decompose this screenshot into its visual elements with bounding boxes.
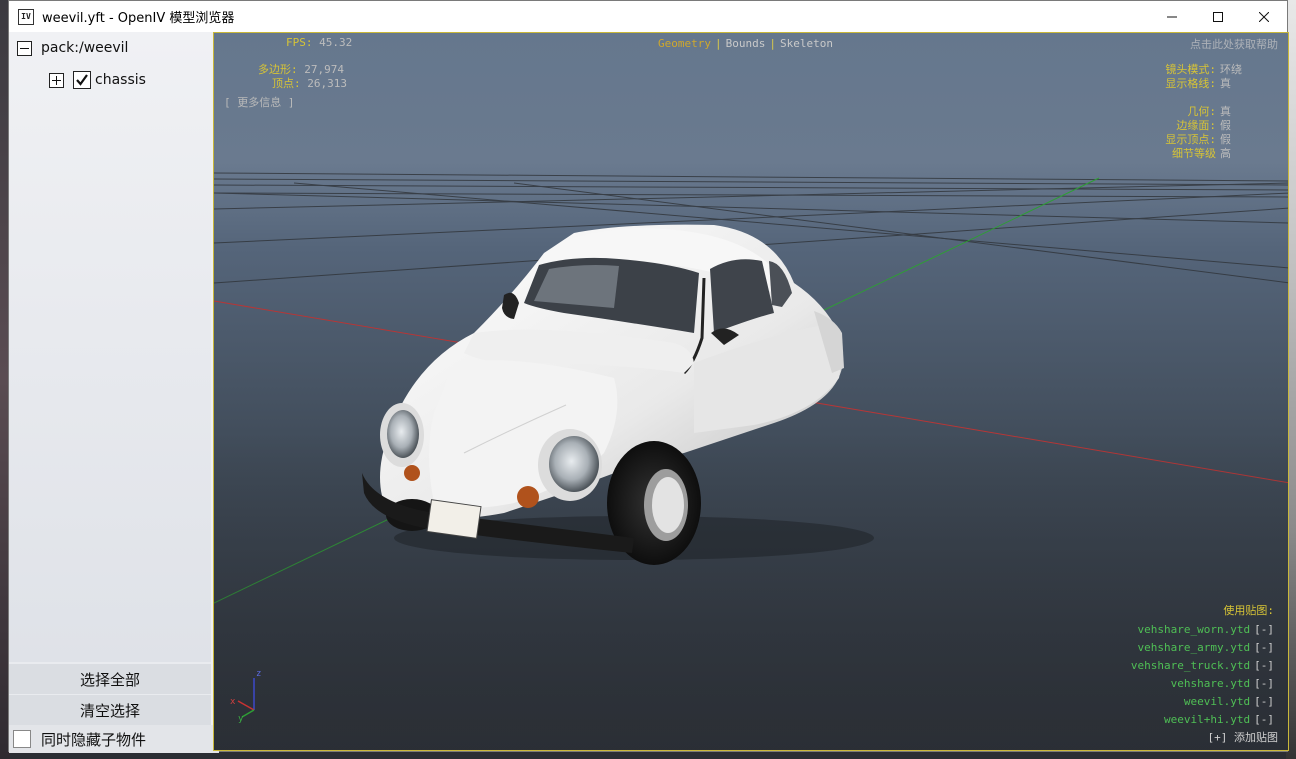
floor-shade	[214, 433, 1288, 750]
fps-label: FPS:	[286, 36, 313, 49]
remove-texture-button[interactable]: [-]	[1254, 713, 1274, 726]
texture-item: vehshare.ytd [-]	[1171, 677, 1274, 690]
minimize-icon	[1167, 16, 1177, 17]
minimize-button[interactable]	[1149, 1, 1195, 32]
select-all-button[interactable]: 选择全部	[9, 664, 211, 694]
help-link[interactable]: 点击此处获取帮助	[1190, 36, 1278, 52]
more-info-link[interactable]: [ 更多信息 ]	[224, 94, 295, 110]
show-grid-setting[interactable]: 显示格线: 真	[1165, 75, 1248, 91]
close-icon	[1259, 11, 1269, 22]
sidebar: pack:/weevil chassis 选择全部 清空选择 同时隐藏子物件	[9, 32, 219, 753]
openiv-app-icon: IV	[18, 8, 34, 25]
remove-texture-button[interactable]: [-]	[1254, 641, 1274, 654]
texture-name: vehshare_truck.ytd	[1130, 659, 1251, 672]
3d-viewport[interactable]: z x y FPS: 45.32 多边形: 27,974 顶点: 26,313 …	[213, 32, 1289, 751]
model-tree: pack:/weevil chassis	[9, 32, 211, 662]
maximize-button[interactable]	[1195, 1, 1241, 32]
lod-setting[interactable]: 细节等级高	[1172, 145, 1248, 161]
hide-children-option[interactable]: 同时隐藏子物件	[9, 725, 219, 753]
remove-texture-button[interactable]: [-]	[1254, 677, 1274, 690]
title-bar[interactable]: IV weevil.yft - OpenIV 模型浏览器	[9, 1, 1287, 32]
texture-name: vehshare_army.ytd	[1137, 641, 1251, 654]
hide-children-label: 同时隐藏子物件	[41, 730, 147, 749]
tab-bounds[interactable]: Bounds	[726, 37, 766, 50]
texture-item: vehshare_truck.ytd [-]	[1131, 659, 1274, 672]
collapse-icon[interactable]	[17, 40, 32, 56]
vertices-value: 26,313	[307, 77, 347, 90]
chassis-visibility-checkbox[interactable]	[73, 71, 91, 89]
headlight-right	[549, 436, 599, 492]
lod-label: 细节等级	[1172, 147, 1216, 160]
texture-name: vehshare.ytd	[1170, 677, 1251, 690]
clear-selection-button[interactable]: 清空选择	[9, 695, 211, 725]
close-button[interactable]	[1241, 1, 1287, 32]
headlight-left	[387, 410, 419, 458]
textures-title: 使用贴图:	[1223, 604, 1274, 617]
texture-name: vehshare_worn.ytd	[1137, 623, 1251, 636]
texture-item: vehshare_worn.ytd [-]	[1138, 623, 1274, 636]
vertices-label: 顶点:	[272, 77, 301, 90]
remove-texture-button[interactable]: [-]	[1254, 659, 1274, 672]
mode-tabs: Geometry | Bounds | Skeleton	[658, 37, 833, 50]
texture-item: vehshare_army.ytd [-]	[1138, 641, 1274, 654]
add-texture-button[interactable]: [+] 添加贴图	[1208, 729, 1279, 745]
hide-children-checkbox[interactable]	[13, 730, 31, 748]
license-plate	[426, 499, 482, 539]
texture-item: weevil+hi.ytd [-]	[1164, 713, 1274, 726]
scene-canvas[interactable]: z x y	[214, 33, 1289, 751]
tab-skeleton[interactable]: Skeleton	[780, 37, 833, 50]
show-grid-value[interactable]: 真	[1220, 75, 1248, 91]
texture-item: weevil.ytd [-]	[1184, 695, 1274, 708]
tree-item-label: pack:/weevil	[41, 40, 129, 56]
texture-name: weevil+hi.ytd	[1164, 713, 1251, 726]
tree-item-root[interactable]: pack:/weevil	[17, 40, 128, 56]
window-title: weevil.yft - OpenIV 模型浏览器	[42, 11, 235, 26]
tree-item-label: chassis	[95, 72, 146, 88]
remove-texture-button[interactable]: [-]	[1254, 623, 1274, 636]
lod-value[interactable]: 高	[1220, 145, 1248, 161]
expand-icon[interactable]	[49, 72, 64, 88]
fps-readout: FPS: 45.32	[286, 36, 352, 49]
show-grid-label: 显示格线:	[1165, 77, 1216, 90]
tab-geometry[interactable]: Geometry	[658, 37, 711, 50]
maximize-icon	[1213, 11, 1223, 22]
model-viewer-window: IV weevil.yft - OpenIV 模型浏览器 pack:/weevi…	[8, 0, 1289, 753]
gizmo-x-label: x	[230, 697, 236, 707]
remove-texture-button[interactable]: [-]	[1254, 695, 1274, 708]
vertices-readout: 顶点: 26,313	[272, 75, 347, 91]
texture-name: weevil.ytd	[1183, 695, 1251, 708]
gizmo-y-label: y	[238, 714, 244, 724]
tree-item-chassis[interactable]: chassis	[49, 71, 146, 89]
checkmark-icon	[76, 74, 88, 86]
fps-value: 45.32	[319, 36, 353, 49]
gizmo-z-label: z	[256, 669, 261, 679]
